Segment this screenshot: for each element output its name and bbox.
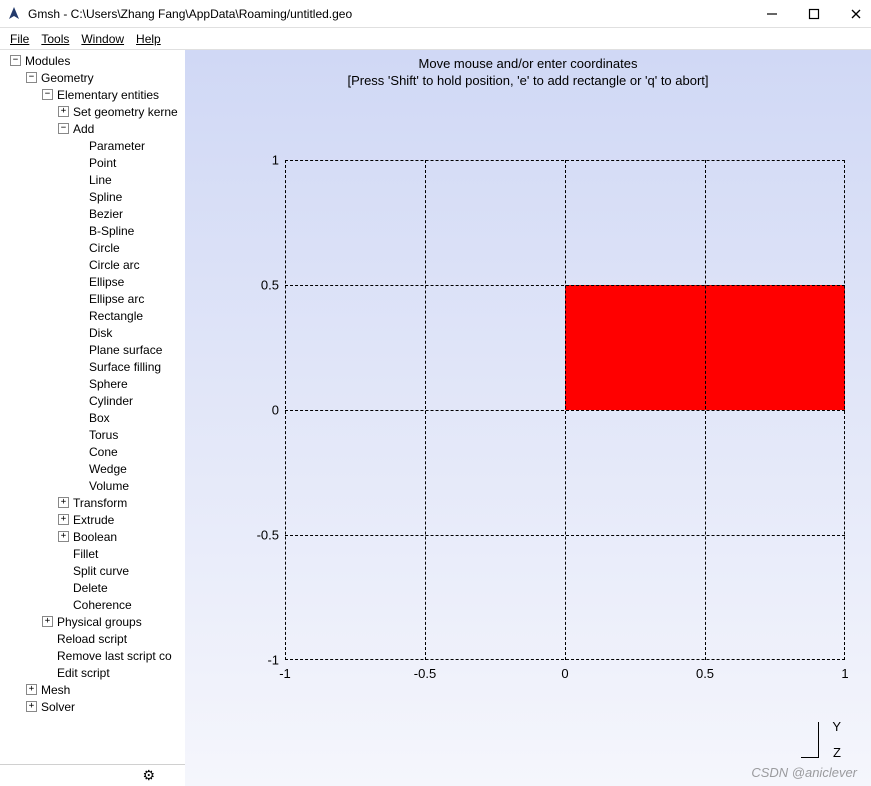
viewport-instructions: Move mouse and/or enter coordinates [Pre… xyxy=(185,50,871,88)
x-tick-label: 0 xyxy=(561,666,568,681)
titlebar: Gmsh - C:\Users\Zhang Fang\AppData\Roami… xyxy=(0,0,871,28)
y-tick-label: 0 xyxy=(239,403,279,418)
y-tick-label: 1 xyxy=(239,153,279,168)
x-tick-label: -0.5 xyxy=(414,666,436,681)
tree-modules[interactable]: −Modules xyxy=(0,52,185,69)
maximize-button[interactable] xyxy=(805,5,823,23)
tree-coherence[interactable]: Coherence xyxy=(0,596,185,613)
tree-add-cylinder[interactable]: Cylinder xyxy=(0,392,185,409)
tree-add-line[interactable]: Line xyxy=(0,171,185,188)
menubar: File Tools Window Help xyxy=(0,28,871,50)
instruction-line-2: [Press 'Shift' to hold position, 'e' to … xyxy=(185,73,871,88)
plot-area[interactable] xyxy=(285,160,845,660)
gridline-horizontal xyxy=(285,285,845,286)
collapse-icon[interactable]: − xyxy=(42,89,53,100)
tree-add-bezier[interactable]: Bezier xyxy=(0,205,185,222)
x-tick-label: 1 xyxy=(841,666,848,681)
y-tick-label: -0.5 xyxy=(239,528,279,543)
expand-icon[interactable]: + xyxy=(58,497,69,508)
collapse-icon[interactable]: − xyxy=(10,55,21,66)
axis-z-line xyxy=(801,757,819,758)
tree-add-circle-arc[interactable]: Circle arc xyxy=(0,256,185,273)
tree-geometry[interactable]: −Geometry xyxy=(0,69,185,86)
tree-transform[interactable]: +Transform xyxy=(0,494,185,511)
x-tick-label: 0.5 xyxy=(696,666,714,681)
collapse-icon[interactable]: − xyxy=(26,72,37,83)
tree-add-b-spline[interactable]: B-Spline xyxy=(0,222,185,239)
menu-tools[interactable]: Tools xyxy=(37,30,73,48)
y-tick-label: -1 xyxy=(239,653,279,668)
y-tick-label: 0.5 xyxy=(239,278,279,293)
instruction-line-1: Move mouse and/or enter coordinates xyxy=(185,56,871,71)
tree-add-ellipse-arc[interactable]: Ellipse arc xyxy=(0,290,185,307)
tree-fillet[interactable]: Fillet xyxy=(0,545,185,562)
menu-help[interactable]: Help xyxy=(132,30,165,48)
expand-icon[interactable]: + xyxy=(26,701,37,712)
expand-icon[interactable]: + xyxy=(58,106,69,117)
graphics-viewport[interactable]: Move mouse and/or enter coordinates [Pre… xyxy=(185,50,871,786)
x-tick-label: -1 xyxy=(279,666,291,681)
tree-add-torus[interactable]: Torus xyxy=(0,426,185,443)
tree-delete[interactable]: Delete xyxy=(0,579,185,596)
tree-elementary-entities[interactable]: −Elementary entities xyxy=(0,86,185,103)
tree-add-point[interactable]: Point xyxy=(0,154,185,171)
app-icon xyxy=(6,6,22,22)
module-tree: −Modules −Geometry −Elementary entities … xyxy=(0,50,185,786)
watermark-text: CSDN @aniclever xyxy=(751,765,857,780)
tree-add-sphere[interactable]: Sphere xyxy=(0,375,185,392)
statusbar: ⚙ xyxy=(0,764,185,786)
tree-add-circle[interactable]: Circle xyxy=(0,239,185,256)
tree-add-wedge[interactable]: Wedge xyxy=(0,460,185,477)
tree-physical-groups[interactable]: +Physical groups xyxy=(0,613,185,630)
collapse-icon[interactable]: − xyxy=(58,123,69,134)
tree-add-ellipse[interactable]: Ellipse xyxy=(0,273,185,290)
tree-mesh[interactable]: +Mesh xyxy=(0,681,185,698)
tree-edit-script[interactable]: Edit script xyxy=(0,664,185,681)
tree-add-plane-surface[interactable]: Plane surface xyxy=(0,341,185,358)
gridline-horizontal xyxy=(285,535,845,536)
tree-add-box[interactable]: Box xyxy=(0,409,185,426)
menu-window[interactable]: Window xyxy=(77,30,128,48)
tree-add-volume[interactable]: Volume xyxy=(0,477,185,494)
window-title: Gmsh - C:\Users\Zhang Fang\AppData\Roami… xyxy=(28,7,763,21)
tree-split-curve[interactable]: Split curve xyxy=(0,562,185,579)
axis-z-label: Z xyxy=(833,745,841,760)
gridline-horizontal xyxy=(285,410,845,411)
minimize-button[interactable] xyxy=(763,5,781,23)
menu-file[interactable]: File xyxy=(6,30,33,48)
tree-boolean[interactable]: +Boolean xyxy=(0,528,185,545)
tree-add-disk[interactable]: Disk xyxy=(0,324,185,341)
tree-add-surface-filling[interactable]: Surface filling xyxy=(0,358,185,375)
tree-remove-last-script[interactable]: Remove last script co xyxy=(0,647,185,664)
tree-add-spline[interactable]: Spline xyxy=(0,188,185,205)
expand-icon[interactable]: + xyxy=(58,514,69,525)
expand-icon[interactable]: + xyxy=(58,531,69,542)
gear-icon[interactable]: ⚙ xyxy=(142,767,155,784)
axis-y-line xyxy=(818,722,819,758)
tree-add-cone[interactable]: Cone xyxy=(0,443,185,460)
close-button[interactable] xyxy=(847,5,865,23)
tree-reload-script[interactable]: Reload script xyxy=(0,630,185,647)
expand-icon[interactable]: + xyxy=(42,616,53,627)
tree-solver[interactable]: +Solver xyxy=(0,698,185,715)
axis-y-label: Y xyxy=(832,719,841,734)
tree-add-parameter[interactable]: Parameter xyxy=(0,137,185,154)
expand-icon[interactable]: + xyxy=(26,684,37,695)
tree-extrude[interactable]: +Extrude xyxy=(0,511,185,528)
tree-add-rectangle[interactable]: Rectangle xyxy=(0,307,185,324)
tree-add[interactable]: −Add xyxy=(0,120,185,137)
tree-set-geometry-kernel[interactable]: +Set geometry kerne xyxy=(0,103,185,120)
